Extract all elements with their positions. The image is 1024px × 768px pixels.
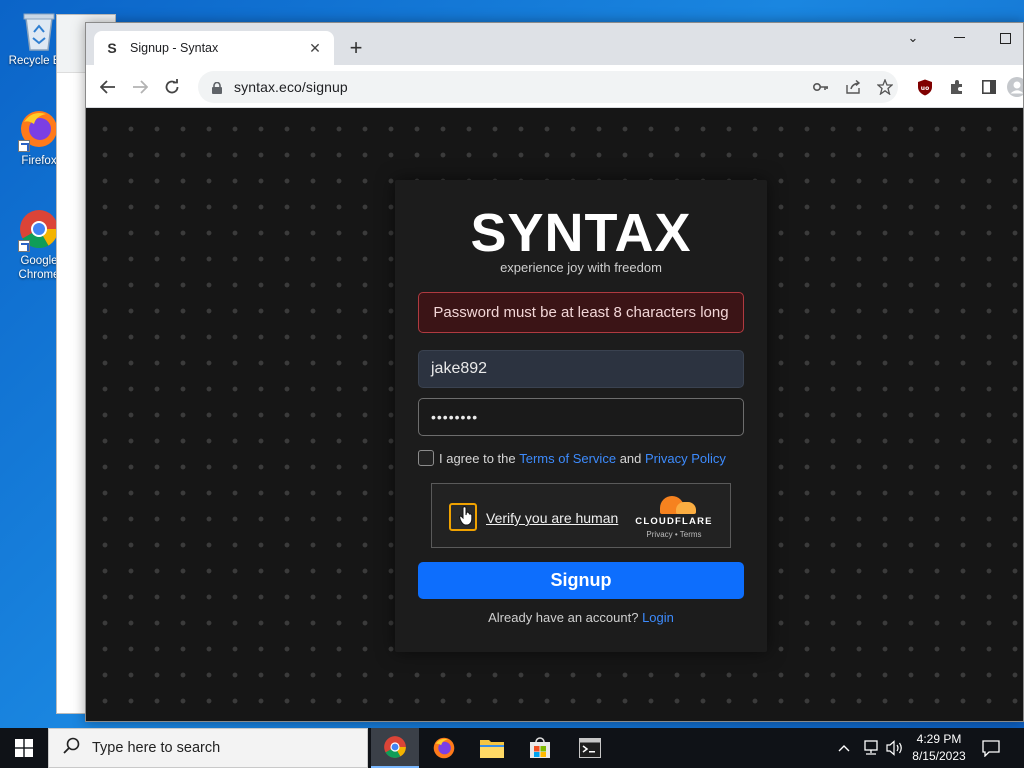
back-icon[interactable] [94,73,122,101]
shortcut-arrow-icon [18,140,30,152]
page-content: SYNTAX experience joy with freedom Passw… [86,108,1023,721]
maximize-icon[interactable] [982,23,1023,53]
taskbar-file-explorer[interactable] [468,728,516,768]
agree-and-text: and [619,450,642,466]
shortcut-arrow-icon [18,240,30,252]
lock-icon[interactable] [212,81,222,94]
cloudflare-turnstile-widget: Verify you are human CLOUDFLARE Privacy … [431,483,731,548]
clock-date: 8/15/2023 [912,749,966,763]
terms-agreement: I agree to the Terms of Service and Priv… [418,450,726,466]
terminal-icon [579,738,601,758]
cloudflare-wordmark: CLOUDFLARE [635,516,713,527]
brand-logo: SYNTAX [470,203,692,263]
error-message: Password must be at least 8 characters l… [433,304,729,321]
browser-window: S Signup - Syntax ✕ + ⌄ syntax.eco/signu… [85,22,1024,722]
clock-time: 4:29 PM [916,732,962,746]
search-icon [63,737,80,759]
username-input[interactable]: jake892 [418,350,744,388]
tagline: experience joy with freedom [500,260,662,275]
windows-start-icon[interactable] [0,728,48,768]
volume-icon[interactable] [886,728,904,768]
show-hidden-icons[interactable] [838,728,850,768]
network-icon[interactable] [862,728,880,768]
tab-close-icon[interactable]: ✕ [306,39,324,57]
taskbar-terminal[interactable] [566,728,614,768]
cloudflare-privacy-link[interactable]: Privacy [646,530,672,539]
privacy-policy-link[interactable]: Privacy Policy [645,451,726,466]
firefox-icon [433,737,455,759]
taskbar-microsoft-store[interactable] [516,728,564,768]
username-value: jake892 [431,360,488,377]
share-icon[interactable] [842,76,864,98]
login-prompt-text: Already have an account? [488,610,639,625]
taskbar-clock[interactable]: 4:29 PM 8/15/2023 [906,731,972,765]
tab-signup[interactable]: S Signup - Syntax ✕ [94,31,334,65]
forward-icon[interactable] [126,73,154,101]
error-alert: Password must be at least 8 characters l… [418,292,744,333]
cloudflare-branding: CLOUDFLARE Privacy • Terms [634,496,714,539]
desktop-icon-label: Firefox [21,155,57,167]
browser-toolbar: syntax.eco/signup uo [86,65,1023,108]
search-placeholder: Type here to search [92,740,221,756]
verify-human-label[interactable]: Verify you are human [486,510,618,526]
terms-checkbox[interactable] [418,450,434,466]
agree-prefix-text: I agree to the [439,450,516,466]
store-icon [530,737,550,758]
cloudflare-links-separator: • [674,530,678,539]
firefox-icon [18,108,60,152]
cloudflare-logo-icon [652,496,696,514]
tab-bar: S Signup - Syntax ✕ + ⌄ [86,23,1023,65]
svg-text:uo: uo [921,85,929,92]
desktop-icon-label: Google Chrome [18,255,60,281]
syntax-favicon-icon: S [107,40,117,56]
password-value: •••••••• [431,409,479,425]
bookmark-star-icon[interactable] [874,76,896,98]
chrome-icon [384,736,406,758]
reload-icon[interactable] [158,73,186,101]
taskbar-search-box[interactable]: Type here to search [48,728,368,768]
folder-icon [480,740,504,758]
password-input[interactable]: •••••••• [418,398,744,436]
signup-button[interactable]: Signup [418,562,744,599]
password-key-icon[interactable] [810,76,832,98]
taskbar: Type here to search 4:29 PM 8/15/2023 [0,728,1024,768]
ublock-icon[interactable]: uo [914,76,936,98]
login-link[interactable]: Login [642,610,674,625]
signup-card: SYNTAX experience joy with freedom Passw… [395,180,767,652]
profile-avatar-icon[interactable] [1006,76,1023,98]
taskbar-firefox[interactable] [420,728,468,768]
cloudflare-terms-link[interactable]: Terms [680,530,702,539]
tab-title: Signup - Syntax [130,41,219,55]
hand-cursor-icon [459,506,473,531]
address-bar[interactable]: syntax.eco/signup [198,71,898,103]
minimize-icon[interactable] [936,23,982,53]
terms-of-service-link[interactable]: Terms of Service [519,451,616,466]
taskbar-chrome[interactable] [371,728,419,768]
extensions-puzzle-icon[interactable] [946,76,968,98]
url-text: syntax.eco/signup [234,79,348,95]
cloudflare-links: Privacy • Terms [634,530,714,539]
login-prompt: Already have an account? Login [395,610,767,625]
tab-search-icon[interactable]: ⌄ [890,23,936,53]
recycle-bin-icon [18,8,60,51]
chrome-icon [18,208,60,252]
side-panel-icon[interactable] [978,76,1000,98]
new-tab-icon[interactable]: + [344,36,368,60]
notifications-icon[interactable] [982,728,1000,768]
